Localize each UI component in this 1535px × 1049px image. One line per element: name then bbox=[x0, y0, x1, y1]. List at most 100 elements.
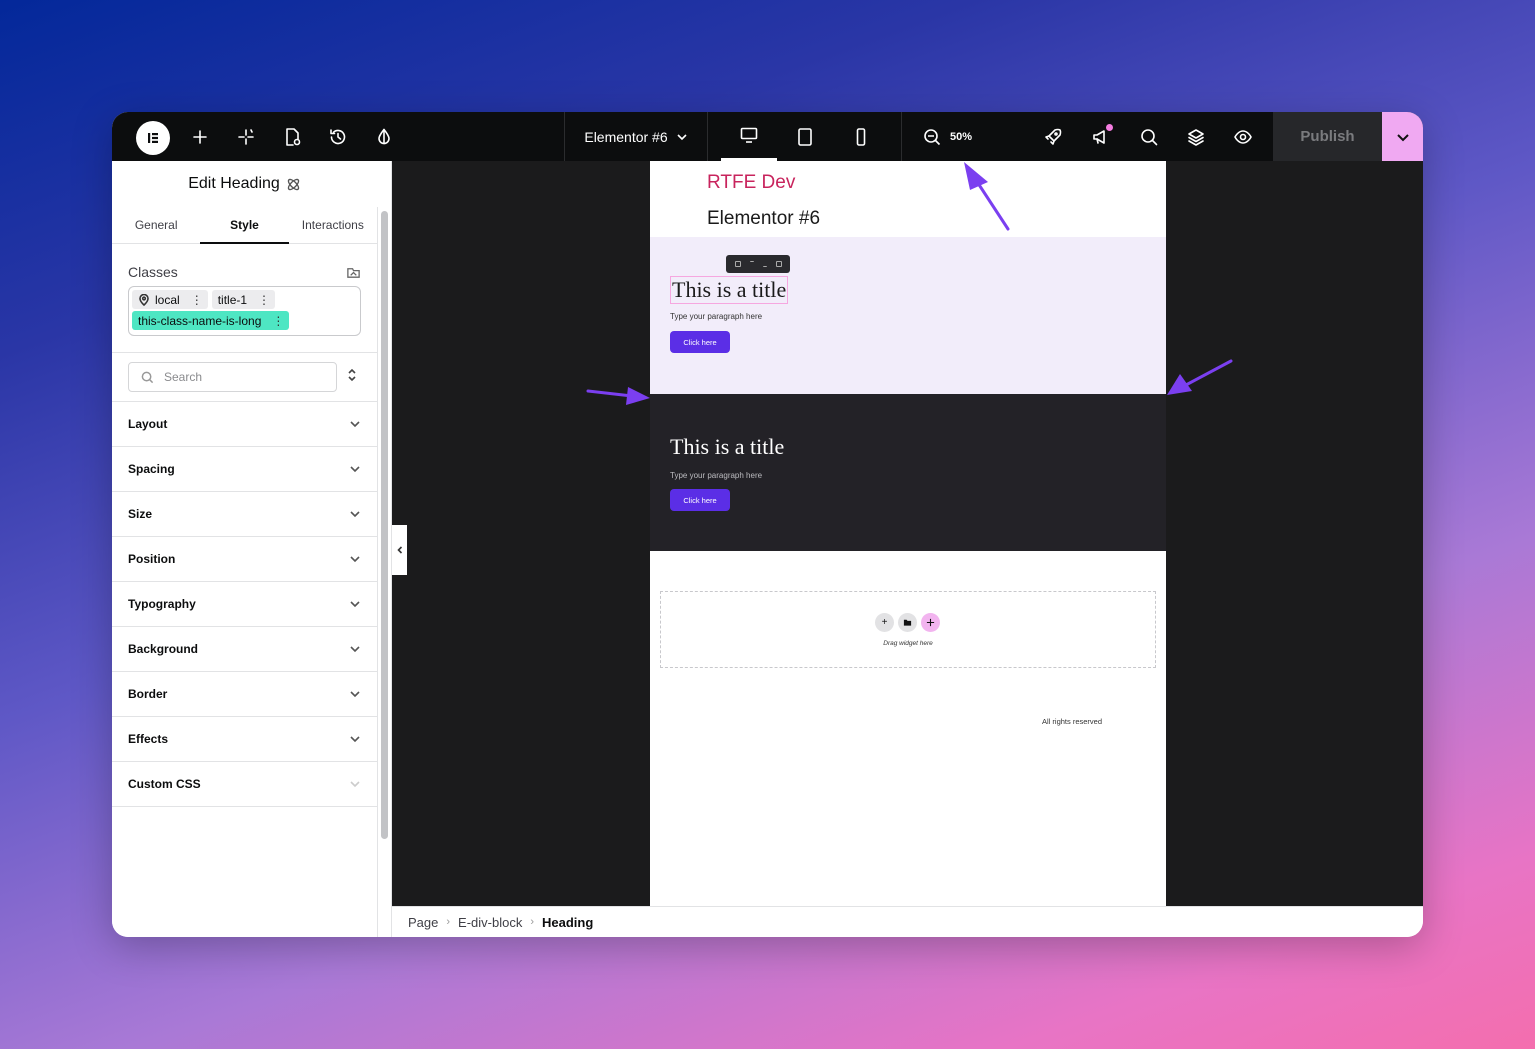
class-manager-icon[interactable] bbox=[346, 265, 361, 280]
heading[interactable]: This is a title bbox=[670, 434, 784, 460]
preview-button[interactable] bbox=[1230, 124, 1256, 150]
structure-button[interactable] bbox=[1183, 124, 1209, 150]
chevron-right-icon: › bbox=[530, 916, 535, 928]
plus-icon: + bbox=[881, 617, 888, 628]
class-chip-label: title-1 bbox=[217, 292, 248, 307]
class-chip-label: this-class-name-is-long bbox=[138, 313, 262, 328]
cta-button[interactable]: Click here bbox=[670, 331, 730, 353]
section-label: Typography bbox=[128, 597, 196, 611]
chevron-down-icon bbox=[350, 556, 360, 563]
tab-interactions[interactable]: Interactions bbox=[289, 207, 377, 243]
editor-panel: Edit Heading General Style Interactions … bbox=[112, 161, 392, 937]
section-label: Custom CSS bbox=[128, 777, 201, 791]
ai-button[interactable] bbox=[233, 124, 259, 150]
class-chip-title-1[interactable]: title-1 ⋮ bbox=[211, 290, 276, 309]
paragraph-text[interactable]: Type your paragraph here bbox=[670, 312, 762, 321]
launch-button[interactable] bbox=[1040, 124, 1066, 150]
section-effects[interactable]: Effects bbox=[112, 717, 377, 762]
publish-button[interactable]: Publish bbox=[1273, 112, 1382, 161]
section-typography[interactable]: Typography bbox=[112, 582, 377, 627]
div-block-dark[interactable]: This is a title Type your paragraph here… bbox=[650, 394, 1166, 551]
zoom-control[interactable]: 50% bbox=[901, 112, 1021, 161]
more-vertical-icon[interactable]: ⋮ bbox=[191, 293, 203, 307]
document-title-dropdown[interactable]: Elementor #6 bbox=[564, 112, 708, 161]
breadcrumb: Page › E-div-block › Heading bbox=[392, 906, 1423, 937]
document-title: Elementor #6 bbox=[584, 128, 668, 145]
move-down-icon[interactable] bbox=[762, 261, 767, 267]
panel-scrollbar[interactable] bbox=[381, 211, 388, 839]
page-settings-icon bbox=[286, 128, 301, 146]
search-icon bbox=[1141, 129, 1158, 146]
style-search-box bbox=[128, 362, 337, 392]
section-background[interactable]: Background bbox=[112, 627, 377, 672]
more-vertical-icon[interactable]: ⋮ bbox=[258, 293, 270, 307]
section-layout[interactable]: Layout bbox=[112, 402, 377, 447]
cta-button[interactable]: Click here bbox=[670, 489, 730, 511]
expand-collapse-button[interactable] bbox=[345, 368, 359, 387]
location-pin-icon bbox=[139, 293, 149, 306]
chevron-down-icon bbox=[1396, 133, 1409, 141]
eye-icon bbox=[1234, 130, 1252, 144]
class-chip-local[interactable]: local ⋮ bbox=[132, 290, 208, 309]
chevron-right-icon: › bbox=[446, 916, 451, 928]
footer-text[interactable]: All rights reserved bbox=[1042, 717, 1102, 726]
search-button[interactable] bbox=[1136, 124, 1162, 150]
search-icon bbox=[141, 371, 154, 383]
section-spacing[interactable]: Spacing bbox=[112, 447, 377, 492]
desktop-icon bbox=[740, 127, 758, 143]
elementor-logo-icon bbox=[148, 133, 158, 143]
mobile-icon bbox=[856, 127, 866, 146]
selected-heading[interactable]: This is a title bbox=[670, 276, 789, 304]
ai-generate-button[interactable] bbox=[921, 613, 940, 632]
page-settings-button[interactable] bbox=[279, 124, 305, 150]
classes-selector[interactable]: local ⋮ title-1 ⋮ this-class-name-is-lon… bbox=[128, 286, 361, 336]
chevron-down-icon bbox=[677, 133, 687, 140]
section-custom-css[interactable]: Custom CSS bbox=[112, 762, 377, 807]
elementor-logo[interactable] bbox=[136, 121, 170, 155]
publish-options-button[interactable] bbox=[1382, 112, 1423, 161]
panel-tabs: General Style Interactions bbox=[112, 207, 377, 244]
breadcrumb-item-page[interactable]: Page bbox=[408, 915, 438, 930]
class-chip-long-name[interactable]: this-class-name-is-long ⋮ bbox=[132, 311, 290, 330]
collapse-panel-button[interactable] bbox=[392, 525, 407, 575]
add-widget-button[interactable]: + bbox=[875, 613, 894, 632]
section-border[interactable]: Border bbox=[112, 672, 377, 717]
div-block-light[interactable]: This is a title Type your paragraph here… bbox=[650, 237, 1166, 394]
history-button[interactable] bbox=[325, 124, 351, 150]
section-label: Border bbox=[128, 687, 168, 701]
chevron-up-down-icon bbox=[348, 368, 356, 381]
chevron-down-icon bbox=[350, 781, 360, 788]
style-search-row bbox=[112, 353, 377, 402]
rocket-icon bbox=[1045, 128, 1062, 145]
breadcrumb-item-heading[interactable]: Heading bbox=[542, 915, 593, 930]
add-template-button[interactable] bbox=[898, 613, 917, 632]
tablet-view-button[interactable] bbox=[777, 112, 833, 161]
section-label: Layout bbox=[128, 417, 168, 431]
chevron-down-icon bbox=[350, 466, 360, 473]
layers-icon bbox=[1188, 129, 1204, 146]
paragraph-text[interactable]: Type your paragraph here bbox=[670, 471, 762, 480]
move-up-icon[interactable] bbox=[749, 261, 754, 267]
desktop-view-button[interactable] bbox=[721, 112, 777, 161]
whats-new-button[interactable] bbox=[1088, 124, 1114, 150]
plus-icon bbox=[193, 130, 207, 144]
add-element-button[interactable] bbox=[187, 124, 213, 150]
page-title[interactable]: Elementor #6 bbox=[707, 208, 820, 230]
site-title[interactable]: RTFE Dev bbox=[707, 172, 795, 194]
section-size[interactable]: Size bbox=[112, 492, 377, 537]
delete-icon[interactable] bbox=[775, 261, 782, 267]
section-position[interactable]: Position bbox=[112, 537, 377, 582]
more-vertical-icon[interactable]: ⋮ bbox=[272, 314, 284, 328]
widget-drop-zone[interactable]: + Drag widget here bbox=[660, 591, 1156, 668]
duplicate-icon[interactable] bbox=[734, 261, 741, 267]
site-settings-button[interactable] bbox=[371, 124, 397, 150]
zoom-out-icon bbox=[924, 128, 941, 145]
class-chip-label: local bbox=[155, 292, 180, 307]
chevron-left-icon bbox=[396, 546, 402, 554]
breadcrumb-item-div-block[interactable]: E-div-block bbox=[458, 915, 522, 930]
style-search-input[interactable] bbox=[164, 370, 314, 384]
tab-style[interactable]: Style bbox=[200, 207, 289, 244]
mobile-view-button[interactable] bbox=[833, 112, 889, 161]
tab-general[interactable]: General bbox=[112, 207, 200, 243]
chevron-down-icon bbox=[350, 691, 360, 698]
